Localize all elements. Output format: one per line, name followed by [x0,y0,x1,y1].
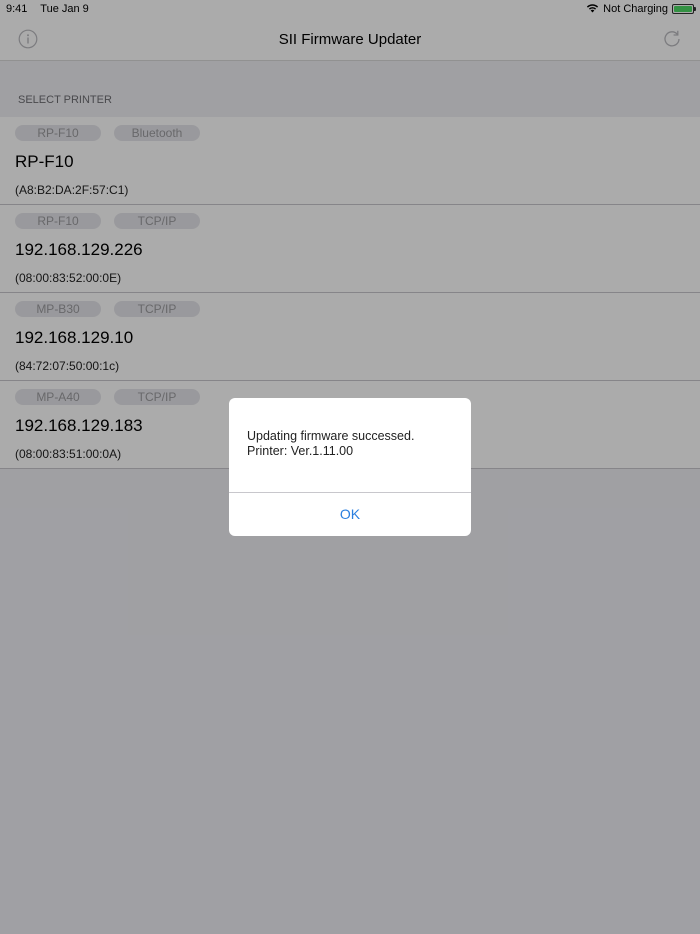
alert-message-line: Updating firmware successed. [247,429,415,443]
alert-message-line: Printer: Ver.1.11.00 [247,444,354,458]
alert-message: Updating firmware successed. Printer: Ve… [229,398,471,493]
ok-button[interactable]: OK [229,493,471,536]
alert-dialog: Updating firmware successed. Printer: Ve… [229,398,471,536]
